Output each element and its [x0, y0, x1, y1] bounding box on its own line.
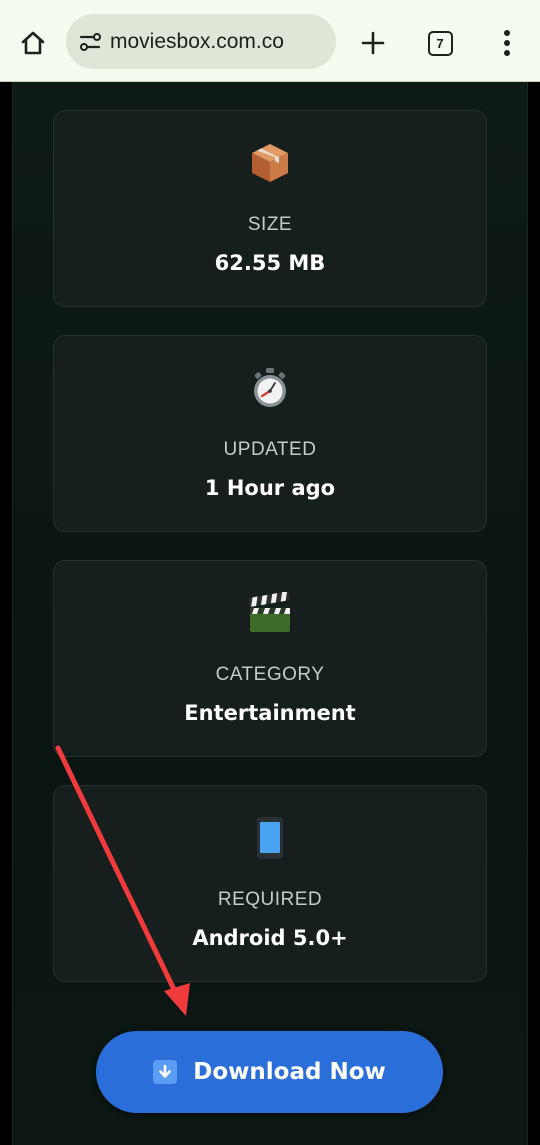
url-text: moviesbox.com.co: [110, 29, 284, 53]
required-label: REQUIRED: [217, 889, 323, 910]
web-page: SIZE 62.55 MB UPDATED 1 Hour ago CATEGOR…: [0, 82, 540, 1145]
site-settings-icon[interactable]: [78, 30, 102, 54]
browser-toolbar: moviesbox.com.co 7: [0, 0, 540, 82]
download-now-label: Download Now: [193, 1059, 386, 1085]
size-value: 62.55 MB: [214, 251, 326, 275]
clapperboard-icon: [54, 589, 486, 637]
home-button[interactable]: [12, 22, 54, 64]
plus-icon: [361, 31, 385, 55]
down-arrow-button-icon: [153, 1060, 178, 1084]
tab-switcher-button[interactable]: 7: [419, 22, 461, 64]
info-card-updated: UPDATED 1 Hour ago: [53, 335, 487, 532]
tab-count: 7: [427, 30, 453, 56]
address-bar[interactable]: moviesbox.com.co: [66, 14, 336, 69]
mobile-phone-icon: [54, 814, 486, 862]
more-vertical-icon: [504, 30, 510, 56]
stopwatch-icon: [54, 364, 486, 412]
info-card-category: CATEGORY Entertainment: [53, 560, 487, 757]
home-icon: [21, 31, 45, 55]
download-now-button[interactable]: Download Now: [96, 1031, 443, 1113]
package-icon: [54, 139, 486, 187]
updated-value: 1 Hour ago: [204, 476, 336, 500]
info-card-size: SIZE 62.55 MB: [53, 110, 487, 307]
browser-menu-button[interactable]: [486, 22, 528, 64]
size-label: SIZE: [247, 214, 293, 235]
category-label: CATEGORY: [215, 664, 325, 685]
info-card-required: REQUIRED Android 5.0+: [53, 785, 487, 982]
required-value: Android 5.0+: [192, 926, 348, 950]
new-tab-button[interactable]: [352, 22, 394, 64]
updated-label: UPDATED: [223, 439, 317, 460]
category-value: Entertainment: [184, 701, 356, 725]
